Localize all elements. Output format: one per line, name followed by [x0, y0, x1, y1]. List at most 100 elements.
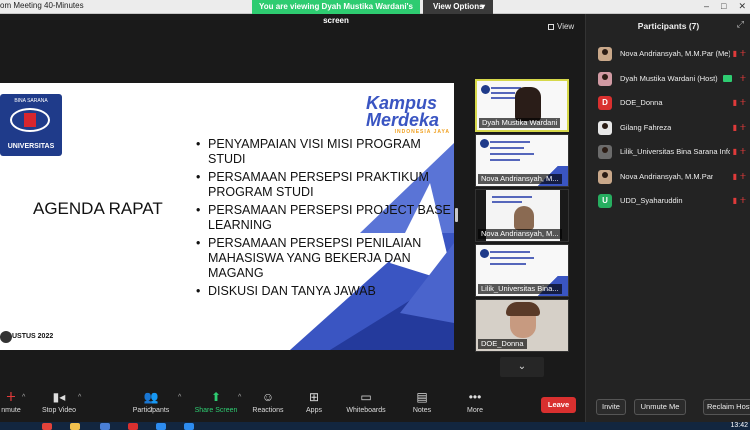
mic-muted-icon[interactable]: ⵜ — [740, 98, 746, 107]
agenda-item: PERSAMAAN PERSEPSI PROJECT BASE LEARNING — [196, 203, 454, 233]
stop-video-button[interactable]: ▮◂ Stop Video — [36, 390, 82, 414]
apps-button[interactable]: ⊞ Apps — [300, 390, 328, 414]
participant-row[interactable]: U UDD_Syaharuddin ▮ ⵜ — [586, 189, 750, 214]
maximize-icon[interactable]: □ — [721, 0, 726, 13]
video-off-icon: ▮ — [732, 98, 737, 107]
participants-list: Nova Andriansyah, M.M.Par (Me) ▮ ⵜ Dyah … — [586, 42, 750, 214]
slide-control-icon[interactable] — [0, 331, 12, 343]
window-controls: – □ ✕ — [704, 0, 746, 13]
chevron-up-icon[interactable]: ^ — [78, 394, 81, 401]
apps-icon: ⊞ — [308, 390, 320, 404]
notes-button[interactable]: ▤ Notes — [408, 390, 436, 414]
screen-share-banner: You are viewing Dyah Mustika Wardani's s… — [252, 0, 420, 25]
video-tile[interactable]: Lilik_Universitas Bina... — [475, 244, 569, 297]
more-label: More — [467, 407, 483, 414]
reactions-button[interactable]: ☺ Reactions — [250, 390, 286, 414]
video-tile[interactable]: DOE_Donna — [475, 299, 569, 352]
view-options-button[interactable]: View Options ▾ — [423, 0, 493, 14]
whiteboards-label: Whiteboards — [346, 407, 386, 414]
more-button[interactable]: ••• More — [461, 390, 489, 414]
share-screen-label: Share Screen — [194, 407, 238, 414]
video-camera-icon: ▮◂ — [52, 390, 66, 404]
participants-footer: Invite Unmute Me Reclaim Host — [586, 399, 750, 415]
folder-icon[interactable] — [70, 423, 80, 430]
agenda-list: PENYAMPAIAN VISI MISI PROGRAM STUDI PERS… — [196, 137, 454, 302]
agenda-item: PENYAMPAIAN VISI MISI PROGRAM STUDI — [196, 137, 454, 167]
grid-icon — [548, 24, 554, 30]
people-icon: 👥7 — [143, 390, 159, 414]
taskbar-clock: 13:42 — [730, 422, 748, 429]
participant-row[interactable]: Nova Andriansyah, M.M.Par (Me) ▮ ⵜ — [586, 42, 750, 67]
view-button[interactable]: View — [548, 20, 578, 34]
tile-name-tag: DOE_Donna — [478, 339, 527, 349]
mic-muted-icon[interactable]: ⵜ — [740, 196, 746, 205]
avatar: D — [598, 96, 612, 110]
popout-icon[interactable]: ⤢ — [737, 19, 744, 30]
participant-row[interactable]: Dyah Mustika Wardani (Host) ⵜ — [586, 67, 750, 92]
mic-muted-icon[interactable]: ⵜ — [740, 147, 746, 156]
zoom-window: om Meeting 40-Minutes – □ ✕ You are view… — [0, 0, 750, 430]
reactions-label: Reactions — [252, 407, 284, 414]
tile-name-tag: Nova Andriansyah, M... — [478, 174, 562, 184]
split-view-handle[interactable] — [455, 208, 458, 222]
share-screen-button[interactable]: ⬆ Share Screen — [193, 390, 239, 414]
video-off-icon: ▮ — [732, 49, 737, 58]
video-off-icon: ▮ — [732, 147, 737, 156]
mic-muted-icon[interactable]: ⵜ — [740, 172, 746, 181]
share-screen-icon: ⬆ — [210, 390, 222, 404]
zoom-icon[interactable] — [184, 423, 194, 430]
video-tile[interactable]: Dyah Mustika Wardani — [475, 79, 569, 132]
participant-name: Lilik_Universitas Bina Sarana Info... — [620, 147, 730, 156]
tile-name-tag: Dyah Mustika Wardani — [479, 118, 561, 128]
leave-button[interactable]: Leave — [541, 397, 576, 413]
app-icon[interactable] — [100, 423, 110, 430]
tile-name-tag: Nova Andriansyah, M... — [478, 229, 562, 239]
close-window-icon[interactable]: ✕ — [738, 0, 746, 13]
participants-title: Participants (7) — [637, 21, 700, 31]
invite-button[interactable]: Invite — [596, 399, 626, 415]
unmute-me-button[interactable]: Unmute Me — [634, 399, 686, 415]
chevron-up-icon[interactable]: ^ — [178, 394, 181, 401]
mic-muted-icon[interactable]: ⵜ — [740, 123, 746, 132]
participant-name: UDD_Syaharuddin — [620, 196, 683, 205]
participant-name: Gilang Fahreza — [620, 122, 672, 132]
mic-muted-icon[interactable]: ⵜ — [740, 74, 746, 83]
mic-muted-icon[interactable]: ⵜ — [740, 49, 746, 58]
whiteboards-button[interactable]: ▭ Whiteboards — [343, 390, 389, 414]
participant-row[interactable]: Lilik_Universitas Bina Sarana Info... ▮ … — [586, 140, 750, 165]
avatar: U — [598, 194, 612, 208]
stop-video-label: Stop Video — [41, 407, 77, 414]
participants-button[interactable]: 👥7 Participants — [128, 390, 174, 414]
app-icon[interactable] — [156, 423, 166, 430]
scroll-tiles-down-button[interactable]: ⌄ — [500, 357, 544, 377]
participant-row[interactable]: D DOE_Donna ▮ ⵜ — [586, 91, 750, 116]
participant-row[interactable]: Gilang Fahreza ▮ ⵜ — [586, 116, 750, 141]
avatar — [598, 47, 612, 61]
notes-label: Notes — [412, 407, 432, 414]
screen-share-icon — [723, 74, 732, 82]
video-tile[interactable]: Nova Andriansyah, M... — [475, 134, 569, 187]
slide-date: USTUS 2022 — [12, 333, 54, 340]
minimize-icon[interactable]: – — [704, 0, 709, 13]
unmute-button[interactable]: ⵜ nmute — [0, 390, 22, 414]
university-logo: BINA SARANA UNIVERSITAS — [0, 94, 62, 156]
chevron-down-icon: ▾ — [480, 2, 485, 11]
chevron-up-icon[interactable]: ^ — [22, 394, 25, 401]
notes-icon: ▤ — [416, 390, 428, 404]
video-off-icon: ▮ — [732, 171, 737, 181]
agenda-item: DISKUSI DAN TANYA JAWAB — [196, 284, 454, 299]
window-title: om Meeting 40-Minutes — [0, 1, 84, 10]
avatar — [598, 145, 612, 159]
chrome-icon[interactable] — [42, 423, 52, 430]
participant-row[interactable]: Nova Andriansyah, M.M.Par ▮ ⵜ — [586, 165, 750, 190]
video-off-icon: ▮ — [732, 196, 737, 205]
chevron-down-icon: ⌄ — [517, 361, 527, 372]
video-off-icon: ▮ — [732, 122, 737, 132]
reclaim-host-button[interactable]: Reclaim Host — [703, 399, 750, 415]
video-tile[interactable]: Nova Andriansyah, M... — [475, 189, 569, 242]
chevron-up-icon[interactable]: ^ — [238, 394, 241, 401]
app-icon[interactable] — [128, 423, 138, 430]
tile-name-tag: Lilik_Universitas Bina... — [478, 284, 562, 294]
mic-muted-icon: ⵜ — [6, 390, 16, 404]
participant-video — [514, 206, 534, 230]
